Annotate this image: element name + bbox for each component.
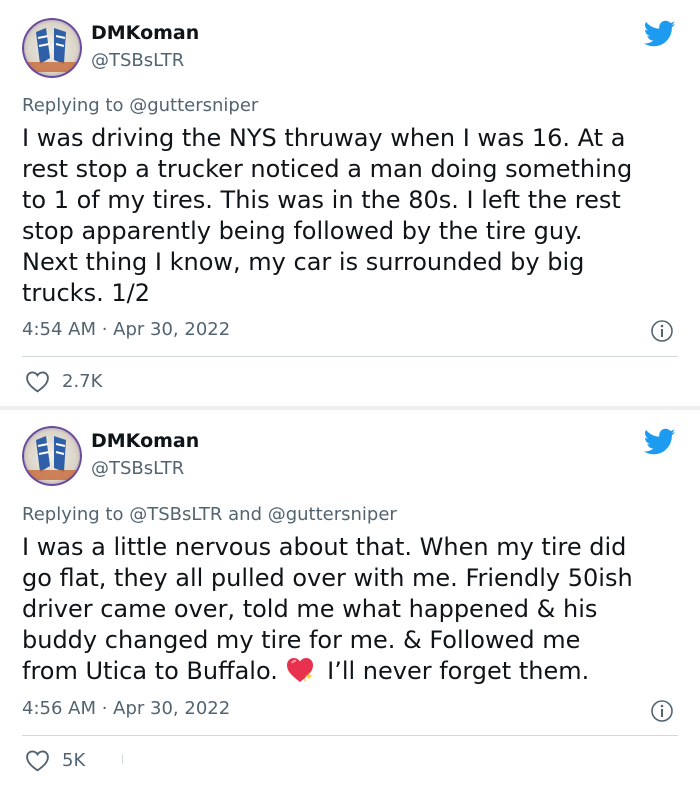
tweet-card[interactable]: DMKoman @TSBsLTR Replying to @TSBsLTR an… — [0, 410, 700, 788]
replying-to-prefix: Replying to — [22, 504, 130, 525]
heart-icon — [26, 371, 49, 393]
divider — [22, 735, 678, 736]
author-name[interactable]: DMKoman — [91, 430, 199, 452]
author-handle[interactable]: @TSBsLTR — [91, 458, 184, 479]
tweet-text: I was a little nervous about that. When … — [22, 532, 687, 687]
heart-icon — [26, 750, 49, 772]
replying-to: Replying to @guttersniper — [22, 95, 258, 116]
info-icon[interactable] — [650, 319, 674, 343]
tweet-text: I was driving the NYS thruway when I was… — [22, 124, 633, 307]
tweet-text-part: I’ll never forget them. — [319, 657, 590, 685]
like-count: 2.7K — [62, 371, 103, 392]
author-handle[interactable]: @TSBsLTR — [91, 50, 184, 71]
like-button[interactable]: 2.7K — [25, 370, 102, 393]
like-count: 5K — [62, 750, 86, 771]
tweet-timestamp[interactable]: 4:56 AM · Apr 30, 2022 — [22, 698, 230, 719]
sparkling-heart-emoji — [287, 658, 314, 682]
divider — [22, 356, 678, 357]
twitter-bird-icon[interactable] — [644, 428, 676, 456]
mention-link[interactable]: @TSBsLTR and @guttersniper — [129, 504, 397, 525]
replying-to-prefix: Replying to — [22, 95, 130, 116]
twitter-bird-icon[interactable] — [644, 20, 676, 48]
like-button[interactable]: 5K — [25, 749, 85, 772]
avatar[interactable] — [22, 426, 82, 486]
author-name[interactable]: DMKoman — [91, 22, 199, 44]
avatar[interactable] — [22, 18, 82, 78]
replying-to: Replying to @TSBsLTR and @guttersniper — [22, 504, 397, 525]
divider-tick — [122, 754, 123, 764]
tweet-timestamp[interactable]: 4:54 AM · Apr 30, 2022 — [22, 319, 230, 340]
mention-link[interactable]: @guttersniper — [129, 95, 258, 116]
tweet-card[interactable]: DMKoman @TSBsLTR Replying to @guttersnip… — [0, 0, 700, 406]
info-icon[interactable] — [650, 699, 674, 723]
